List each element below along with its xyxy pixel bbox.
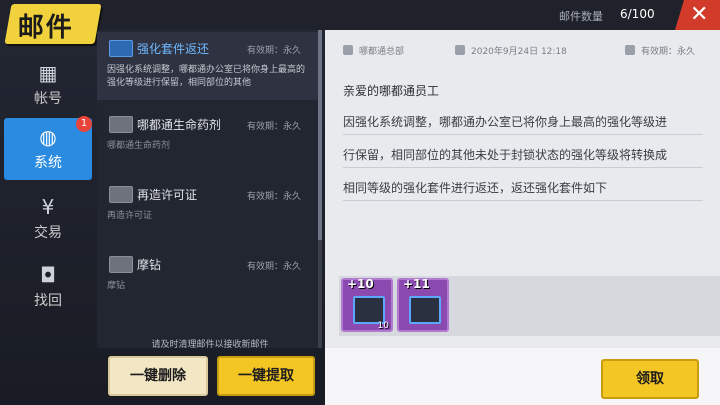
mail-list-scrollbar[interactable] bbox=[318, 30, 322, 348]
backpack-icon: ◘ bbox=[40, 263, 56, 287]
sidebar-item-retrieve[interactable]: ◘ 找回 bbox=[4, 256, 92, 318]
attachment-item[interactable]: +10 10 bbox=[341, 277, 393, 332]
mail-expiry-detail: 有效期：永久 bbox=[625, 44, 695, 57]
item-level: +10 bbox=[347, 277, 374, 291]
mail-title: 哪都通生命药剂 bbox=[137, 118, 222, 132]
mail-preview: 哪都通生命药剂 bbox=[107, 141, 171, 151]
mail-count-label: 邮件数量 bbox=[559, 10, 603, 23]
enhance-kit-icon bbox=[353, 296, 385, 324]
attachment-item[interactable]: +11 bbox=[397, 277, 449, 332]
attachments-area: +10 10 +11 bbox=[339, 276, 720, 336]
sidebar-item-system[interactable]: ◍ 系统 1 bbox=[4, 116, 92, 180]
mail-expiry: 有效期：永久 bbox=[247, 192, 302, 202]
envelope-icon bbox=[109, 186, 133, 203]
mail-expiry: 有效期：永久 bbox=[247, 46, 302, 56]
sidebar-item-label: 帐号 bbox=[34, 91, 62, 107]
unread-badge: 1 bbox=[76, 116, 92, 132]
globe-icon: ◍ bbox=[39, 125, 57, 149]
item-level: +11 bbox=[403, 277, 430, 291]
mail-list[interactable]: 强化套件返还 有效期：永久 因强化系统调整，哪都通办公室已将你身上最高的强化等级… bbox=[97, 30, 319, 348]
person-icon bbox=[343, 45, 353, 55]
sidebar: ▦ 帐号 ◍ 系统 1 ¥ 交易 ◘ 找回 bbox=[0, 42, 95, 405]
yen-coin-icon: ¥ bbox=[41, 195, 55, 219]
mail-title: 强化套件返还 bbox=[137, 42, 210, 56]
envelope-icon bbox=[109, 256, 133, 273]
mail-body-line: 行保留，相同部位的其他未处于封锁状态的强化等级将转换成 bbox=[343, 147, 703, 168]
mail-title: 再造许可证 bbox=[137, 188, 198, 202]
mail-item[interactable]: 强化套件返还 有效期：永久 因强化系统调整，哪都通办公室已将你身上最高的强化等级… bbox=[97, 32, 319, 100]
mail-date: 2020年9月24日 12:18 bbox=[455, 44, 567, 57]
date-text: 2020年9月24日 12:18 bbox=[471, 47, 567, 57]
clock-icon bbox=[625, 45, 635, 55]
sidebar-item-label: 找回 bbox=[34, 293, 62, 309]
expiry-text: 有效期：永久 bbox=[641, 47, 696, 57]
mail-preview: 因强化系统调整，哪都通办公室已将你身上最高的强化等级进行保留，相同部位的其他 bbox=[107, 65, 306, 88]
mail-preview: 再造许可证 bbox=[107, 211, 153, 221]
close-icon: ✕ bbox=[690, 2, 709, 27]
delete-all-button[interactable]: 一键删除 bbox=[108, 356, 208, 396]
item-quantity: 10 bbox=[377, 321, 389, 331]
mail-item[interactable]: 哪都通生命药剂 有效期：永久 哪都通生命药剂 bbox=[97, 108, 319, 176]
mail-detail-panel: 哪都通总部 2020年9月24日 12:18 有效期：永久 亲爱的哪都通员工 因… bbox=[325, 30, 720, 405]
mail-title: 摩钻 bbox=[137, 258, 162, 272]
sidebar-item-label: 系统 bbox=[34, 155, 62, 171]
detail-footer: 领取 bbox=[325, 348, 720, 405]
mail-sender: 哪都通总部 bbox=[343, 44, 404, 57]
claim-all-button[interactable]: 一键提取 bbox=[217, 356, 315, 396]
claim-button[interactable]: 领取 bbox=[601, 359, 699, 399]
mail-count-value: 6/100 bbox=[620, 7, 655, 21]
scrollbar-thumb[interactable] bbox=[318, 30, 322, 240]
id-card-icon: ▦ bbox=[38, 61, 58, 85]
mail-body-line: 因强化系统调整，哪都通办公室已将你身上最高的强化等级进 bbox=[343, 114, 703, 135]
cleanup-hint: 请及时清理邮件以接收新邮件 bbox=[151, 340, 269, 350]
sender-text: 哪都通总部 bbox=[359, 47, 405, 57]
top-bar: 邮件数量 6/100 ✕ bbox=[0, 0, 720, 30]
sidebar-item-label: 交易 bbox=[34, 225, 62, 241]
close-button[interactable]: ✕ bbox=[675, 0, 720, 30]
mail-preview: 摩钻 bbox=[107, 281, 126, 291]
sidebar-item-account[interactable]: ▦ 帐号 bbox=[4, 54, 92, 116]
logo-text: 邮件 bbox=[17, 13, 74, 43]
mail-greeting: 亲爱的哪都通员工 bbox=[343, 84, 440, 98]
calendar-icon bbox=[455, 45, 465, 55]
mail-logo: 邮件 bbox=[4, 4, 102, 44]
mail-item[interactable]: 再造许可证 有效期：永久 再造许可证 bbox=[97, 178, 319, 246]
envelope-icon bbox=[109, 116, 133, 133]
mail-item[interactable]: 摩钻 有效期：永久 摩钻 bbox=[97, 248, 319, 316]
sidebar-item-trade[interactable]: ¥ 交易 bbox=[4, 188, 92, 250]
enhance-kit-icon bbox=[409, 296, 441, 324]
mail-body-line: 相同等级的强化套件进行返还，返还强化套件如下 bbox=[343, 180, 703, 201]
mail-expiry: 有效期：永久 bbox=[247, 262, 302, 272]
mail-expiry: 有效期：永久 bbox=[247, 122, 302, 132]
envelope-icon bbox=[109, 40, 133, 57]
